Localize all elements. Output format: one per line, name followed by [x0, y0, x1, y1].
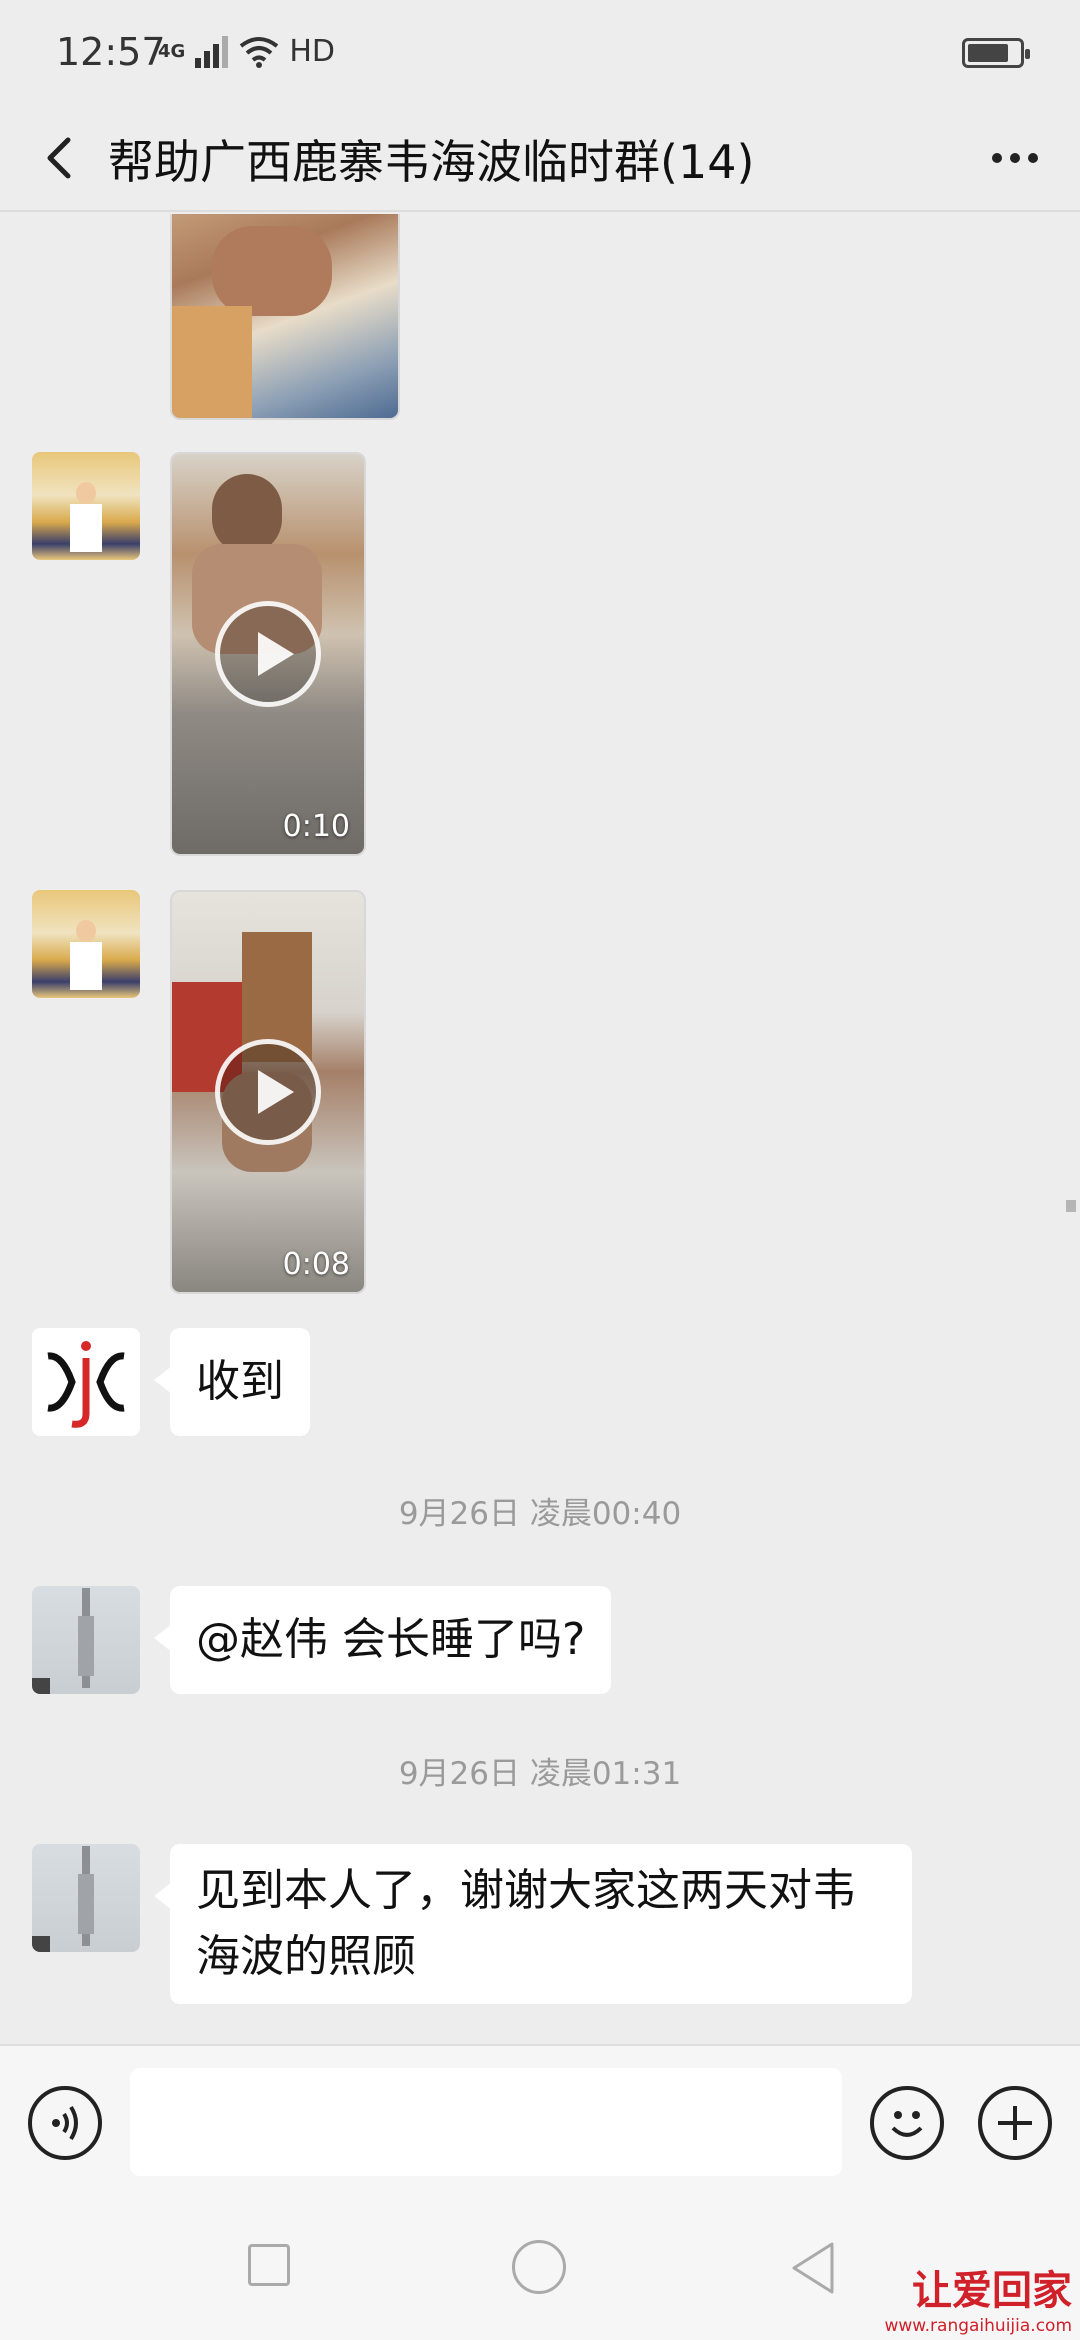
message-text: @赵伟 会长睡了吗?	[196, 1614, 586, 1665]
logo-icon	[47, 1341, 125, 1428]
text-message[interactable]: 见到本人了，谢谢大家这两天对韦海波的照顾	[154, 1844, 912, 2004]
scroll-indicator	[1066, 1200, 1076, 1212]
more-dot-icon	[1010, 153, 1020, 163]
emoji-button[interactable]	[870, 2086, 944, 2160]
message-text: 见到本人了，谢谢大家这两天对韦海波的照顾	[196, 1865, 856, 1982]
voice-button[interactable]	[28, 2086, 102, 2160]
status-icons: 4G HD	[158, 34, 335, 69]
emoji-icon	[891, 2111, 923, 2137]
timestamp: 9月26日 凌晨01:31	[398, 1756, 682, 1792]
watermark-url: www.rangaihuijia.com	[884, 2316, 1072, 2336]
text-message[interactable]: @赵伟 会长睡了吗?	[153, 1586, 612, 1694]
avatar[interactable]	[32, 452, 140, 560]
video-duration: 0:10	[282, 809, 350, 844]
signal-icon	[195, 35, 229, 68]
timestamp: 9月26日 凌晨00:40	[398, 1496, 682, 1532]
avatar[interactable]	[32, 1586, 140, 1694]
watermark-title: 让爱回家	[912, 2267, 1072, 2314]
message-text: 收到	[196, 1356, 284, 1407]
more-functions-button[interactable]	[978, 2086, 1052, 2160]
plus-icon	[998, 2106, 1032, 2140]
avatar[interactable]	[32, 1328, 140, 1436]
watermark: 让爱回家 www.rangaihuijia.com	[884, 2258, 1072, 2336]
image-message[interactable]	[170, 214, 400, 420]
avatar[interactable]	[32, 890, 140, 998]
back-button[interactable]	[30, 128, 90, 188]
more-dot-icon	[992, 153, 1002, 163]
video-duration: 0:08	[282, 1247, 350, 1282]
wifi-icon	[240, 36, 279, 68]
more-dot-icon	[1028, 153, 1038, 163]
navigation-bar: 让爱回家 www.rangaihuijia.com	[0, 2194, 1080, 2340]
recent-apps-button[interactable]	[248, 2244, 290, 2286]
home-button[interactable]	[512, 2240, 566, 2294]
network-type: 4G	[158, 41, 186, 62]
video-message[interactable]: 0:08	[170, 890, 366, 1294]
chevron-left-icon	[47, 137, 71, 179]
status-time: 12:57	[56, 30, 166, 74]
status-bar: 12:57 4G HD	[0, 0, 1080, 100]
avatar[interactable]	[32, 1844, 140, 1952]
battery-icon	[962, 38, 1030, 68]
more-options-button[interactable]	[980, 128, 1050, 188]
voice-icon	[52, 2105, 78, 2141]
title-bar: 帮助广西鹿寨韦海波临时群(14)	[0, 100, 1080, 212]
page-title: 帮助广西鹿寨韦海波临时群(14)	[108, 135, 755, 189]
play-icon[interactable]	[215, 1039, 321, 1145]
hd-badge: HD	[289, 34, 335, 69]
video-message[interactable]: 0:10	[170, 452, 366, 856]
text-message[interactable]: 收到	[154, 1328, 310, 1436]
chat-area[interactable]: 0:10 0:08 收到 9月26日 凌晨00:40 @赵伟 会长睡了吗? 9月…	[0, 214, 1080, 2044]
back-triangle-icon[interactable]	[788, 2240, 838, 2296]
play-icon[interactable]	[215, 601, 321, 707]
input-bar	[0, 2044, 1080, 2194]
message-input[interactable]	[130, 2068, 842, 2176]
